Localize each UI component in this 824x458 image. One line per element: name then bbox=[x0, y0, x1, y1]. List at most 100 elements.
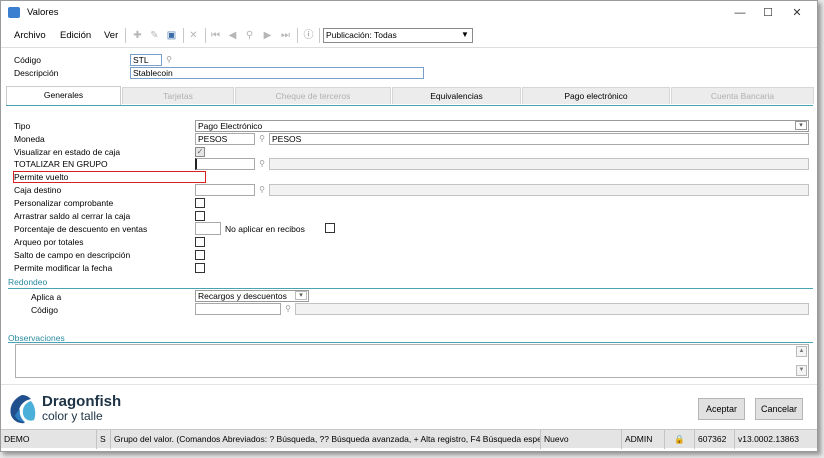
caja-destino-description-field bbox=[269, 184, 809, 196]
status-bar: DEMO S Grupo del valor. (Comandos Abrevi… bbox=[1, 429, 817, 449]
toolbar: Archivo Edición Ver ✚ ✎ ▣ ✕ ⏮ ◀ ⚲ ▶ ⏭ ⓘ … bbox=[5, 26, 813, 46]
scroll-up-icon[interactable]: ▲ bbox=[796, 346, 807, 357]
modificar-fecha-checkbox[interactable] bbox=[195, 263, 205, 273]
toolbar-separator bbox=[319, 28, 320, 43]
title-bar: Valores — ☐ ✕ bbox=[1, 1, 817, 25]
edit-icon[interactable]: ✎ bbox=[148, 29, 161, 42]
observaciones-textarea[interactable]: ▲ ▼ bbox=[15, 344, 809, 378]
codigo-lookup-icon[interactable]: ⚲ bbox=[163, 54, 175, 66]
window-title: Valores bbox=[27, 7, 59, 18]
totalizar-description-field bbox=[269, 158, 809, 170]
publicacion-select[interactable]: Publicación: Todas ▼ bbox=[323, 28, 473, 43]
menu-edicion[interactable]: Edición bbox=[60, 30, 91, 41]
aplica-label: Aplica a bbox=[31, 292, 62, 302]
descripcion-field[interactable]: Stablecoin bbox=[130, 67, 424, 79]
permite-vuelto-highlight bbox=[13, 171, 206, 183]
last-record-icon[interactable]: ⏭ bbox=[279, 29, 292, 42]
observaciones-divider bbox=[8, 342, 813, 343]
caja-destino-field[interactable] bbox=[195, 184, 255, 196]
chevron-down-icon: ▾ bbox=[295, 291, 307, 300]
codigo-label: Código bbox=[14, 55, 41, 65]
tab-strip: Generales Tarjetas Cheque de terceros Eq… bbox=[6, 86, 814, 105]
app-icon bbox=[8, 7, 20, 18]
toolbar-separator bbox=[205, 28, 206, 43]
delete-icon[interactable]: ✕ bbox=[187, 29, 200, 42]
cancelar-button[interactable]: Cancelar bbox=[755, 398, 803, 420]
visualizar-checkbox[interactable]: ✓ bbox=[195, 147, 205, 157]
status-state: Nuevo bbox=[540, 430, 621, 449]
menu-ver[interactable]: Ver bbox=[104, 30, 118, 41]
valores-window: Valores — ☐ ✕ Archivo Edición Ver ✚ ✎ ▣ … bbox=[0, 0, 818, 452]
visualizar-label: Visualizar en estado de caja bbox=[14, 147, 121, 157]
redondeo-description-field bbox=[295, 303, 809, 315]
status-version: v13.0002.13863 bbox=[734, 430, 817, 449]
redondeo-title: Redondeo bbox=[8, 277, 48, 287]
tab-cheque-de-terceros[interactable]: Cheque de terceros bbox=[235, 87, 391, 104]
arrastrar-checkbox[interactable] bbox=[195, 211, 205, 221]
redondeo-codigo-field[interactable] bbox=[195, 303, 281, 315]
no-aplicar-label: No aplicar en recibos bbox=[225, 224, 305, 234]
previous-record-icon[interactable]: ◀ bbox=[226, 29, 239, 42]
status-mode: DEMO bbox=[4, 434, 30, 444]
moneda-label: Moneda bbox=[14, 134, 45, 144]
status-flag: S bbox=[96, 430, 110, 449]
permite-vuelto-checkbox[interactable] bbox=[195, 172, 205, 182]
personalizar-checkbox[interactable] bbox=[195, 198, 205, 208]
lock-icon: 🔒 bbox=[664, 430, 694, 449]
redondeo-divider bbox=[8, 288, 813, 289]
toolbar-separator bbox=[125, 28, 126, 43]
chevron-down-icon: ▾ bbox=[795, 121, 807, 130]
salto-label: Salto de campo en descripción bbox=[14, 250, 131, 260]
no-aplicar-checkbox[interactable] bbox=[325, 223, 335, 233]
scroll-down-icon[interactable]: ▼ bbox=[796, 365, 807, 376]
close-button[interactable]: ✕ bbox=[782, 3, 812, 23]
tab-tarjetas[interactable]: Tarjetas bbox=[122, 87, 234, 104]
codigo-field[interactable]: STL bbox=[130, 54, 162, 66]
status-serial: 607362 bbox=[694, 430, 734, 449]
tipo-select[interactable]: Pago Electrónico ▾ bbox=[195, 120, 809, 132]
porcentaje-label: Porcentaje de descuento en ventas bbox=[14, 224, 148, 234]
status-user: ADMIN bbox=[621, 430, 664, 449]
salto-checkbox[interactable] bbox=[195, 250, 205, 260]
toolbar-separator bbox=[297, 28, 298, 43]
arqueo-checkbox[interactable] bbox=[195, 237, 205, 247]
aceptar-button[interactable]: Aceptar bbox=[698, 398, 745, 420]
toolbar-divider bbox=[1, 47, 817, 48]
footer-area bbox=[1, 384, 817, 429]
modificar-fecha-label: Permite modificar la fecha bbox=[14, 263, 113, 273]
save-icon[interactable]: ▣ bbox=[165, 29, 178, 42]
menu-archivo[interactable]: Archivo bbox=[14, 30, 46, 41]
totalizar-lookup-icon[interactable]: ⚲ bbox=[256, 158, 268, 170]
first-record-icon[interactable]: ⏮ bbox=[209, 29, 222, 42]
add-icon[interactable]: ✚ bbox=[131, 29, 144, 42]
next-record-icon[interactable]: ▶ bbox=[261, 29, 274, 42]
tab-pago-electronico[interactable]: Pago electrónico bbox=[522, 87, 670, 104]
moneda-lookup-icon[interactable]: ⚲ bbox=[256, 133, 268, 145]
tab-cuenta-bancaria[interactable]: Cuenta Bancaria bbox=[671, 87, 814, 104]
brand-subtitle: color y talle bbox=[42, 409, 103, 423]
publicacion-value: Publicación: Todas bbox=[326, 30, 397, 40]
tab-equivalencias[interactable]: Equivalencias bbox=[392, 87, 521, 104]
aplica-select[interactable]: Recargos y descuentos ▾ bbox=[195, 290, 309, 302]
totalizar-label: TOTALIZAR EN GRUPO bbox=[14, 159, 108, 169]
caja-destino-label: Caja destino bbox=[14, 185, 62, 195]
porcentaje-field[interactable] bbox=[195, 222, 221, 235]
chevron-down-icon: ▼ bbox=[461, 30, 469, 39]
info-icon[interactable]: ⓘ bbox=[302, 29, 315, 42]
maximize-button[interactable]: ☐ bbox=[753, 3, 783, 23]
minimize-button[interactable]: — bbox=[725, 3, 755, 23]
tab-panel-border bbox=[6, 105, 813, 106]
toolbar-separator bbox=[183, 28, 184, 43]
tipo-value: Pago Electrónico bbox=[198, 121, 263, 131]
tipo-label: Tipo bbox=[14, 121, 31, 131]
redondeo-codigo-label: Código bbox=[31, 305, 58, 315]
moneda-code-field[interactable]: PESOS bbox=[195, 133, 255, 145]
totalizar-field[interactable] bbox=[195, 158, 255, 170]
tab-generales[interactable]: Generales bbox=[6, 86, 121, 105]
caja-destino-lookup-icon[interactable]: ⚲ bbox=[256, 184, 268, 196]
personalizar-label: Personalizar comprobante bbox=[14, 198, 114, 208]
search-icon[interactable]: ⚲ bbox=[243, 29, 256, 42]
aplica-value: Recargos y descuentos bbox=[198, 291, 287, 301]
status-help: Grupo del valor. (Comandos Abreviados: ?… bbox=[110, 430, 540, 449]
redondeo-lookup-icon[interactable]: ⚲ bbox=[282, 303, 294, 315]
